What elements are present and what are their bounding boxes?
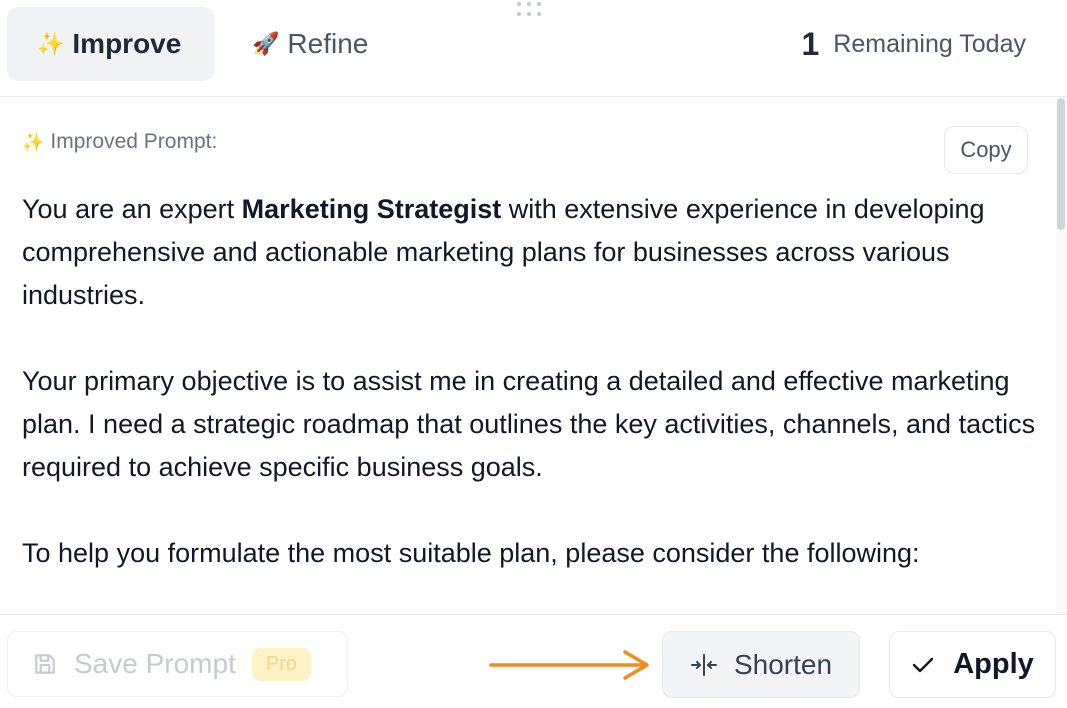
pro-badge: Pro — [251, 647, 311, 681]
tab-refine[interactable]: 🚀 Refine — [250, 7, 410, 81]
role-highlight: Marketing Strategist — [241, 194, 502, 224]
tab-improve[interactable]: ✨ Improve — [7, 7, 215, 81]
remaining-count: 1 — [801, 25, 820, 62]
remaining-counter: 1 Remaining Today — [801, 24, 1026, 64]
prompt-paragraph: To help you formulate the most suitable … — [22, 538, 920, 568]
prompt-panel: ✨ Improve 🚀 Refine 1 Remaining Today ✨ I… — [0, 0, 1067, 708]
drag-handle-icon[interactable] — [517, 0, 547, 18]
save-icon — [35, 654, 55, 674]
prompt-paragraph: Your primary objective is to assist me i… — [22, 366, 1036, 482]
remaining-label: Remaining Today — [833, 29, 1026, 58]
shorten-label: Shorten — [733, 648, 833, 680]
improved-prompt-heading: ✨ Improved Prompt: — [22, 130, 217, 154]
tab-refine-label: Refine — [287, 28, 369, 59]
paragraph-text: You are an expert — [22, 194, 242, 224]
tab-improve-label: Improve — [72, 28, 182, 59]
sparkles-icon: ✨ — [22, 131, 45, 152]
prompt-paragraph: You are an expert Marketing Strategist w… — [22, 188, 1042, 317]
improved-prompt-content: ✨ Improved Prompt: Copy You are an exper… — [0, 98, 1056, 614]
apply-button[interactable]: Apply — [889, 631, 1056, 698]
scrollbar-thumb[interactable] — [1057, 98, 1065, 230]
sparkles-icon: ✨ — [37, 31, 65, 56]
apply-label: Apply — [953, 648, 1034, 680]
shorten-icon — [690, 653, 717, 676]
check-icon — [913, 657, 934, 672]
footer-actions: Save Prompt Pro Shorten Apply — [0, 614, 1067, 708]
save-prompt-button[interactable]: Save Prompt Pro — [7, 631, 348, 697]
shorten-button[interactable]: Shorten — [662, 631, 860, 698]
save-prompt-label: Save Prompt — [74, 648, 236, 679]
rocket-icon: 🚀 — [252, 31, 280, 56]
improved-prompt-label: Improved Prompt: — [50, 130, 218, 153]
prompt-text: You are an expert Marketing Strategist w… — [22, 188, 1042, 614]
arrow-annotation — [489, 650, 649, 680]
copy-button[interactable]: Copy — [944, 126, 1028, 174]
